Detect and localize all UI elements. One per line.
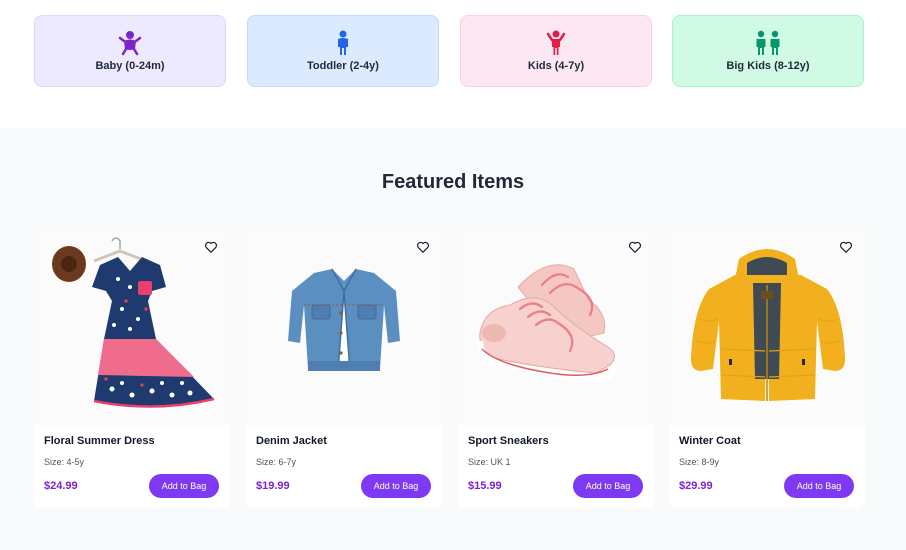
product-price: $29.99 (679, 480, 713, 492)
toddler-icon (338, 30, 348, 55)
featured-section: Featured Items Floral Summer Dress Size:… (0, 128, 906, 550)
product-card[interactable]: Floral Summer Dress Size: 4-5y $24.99 Ad… (34, 229, 230, 508)
product-name: Winter Coat (679, 435, 741, 447)
category-kids[interactable]: Kids (4-7y) (460, 15, 652, 87)
add-to-bag-button[interactable]: Add to Bag (573, 474, 643, 498)
sneakers-image[interactable] (458, 229, 654, 425)
category-big-kids[interactable]: Big Kids (8-12y) (672, 15, 864, 87)
product-size: Size: 8-9y (679, 457, 720, 467)
product-size: Size: UK 1 (468, 457, 511, 467)
product-name: Denim Jacket (256, 435, 327, 447)
children-icon (756, 30, 780, 55)
product-name: Floral Summer Dress (44, 435, 155, 447)
category-baby[interactable]: Baby (0-24m) (34, 15, 226, 87)
category-label: Kids (4-7y) (527, 60, 585, 72)
baby-icon (118, 31, 142, 56)
add-to-bag-button[interactable]: Add to Bag (784, 474, 854, 498)
category-label: Toddler (2-4y) (307, 60, 379, 72)
section-title: Featured Items (381, 171, 525, 193)
heart-icon[interactable] (416, 240, 430, 254)
floral-dress-image[interactable] (34, 229, 230, 425)
product-card[interactable]: Denim Jacket Size: 6-7y $19.99 Add to Ba… (246, 229, 442, 508)
product-card[interactable]: Sport Sneakers Size: UK 1 $15.99 Add to … (458, 229, 654, 508)
product-name: Sport Sneakers (468, 435, 549, 447)
category-label: Big Kids (8-12y) (726, 60, 810, 72)
category-strip: Baby (0-24m) Toddler (2-4y) Kids (4-7y) … (0, 0, 906, 128)
product-price: $24.99 (44, 480, 78, 492)
child-icon (546, 30, 566, 55)
category-toddler[interactable]: Toddler (2-4y) (247, 15, 439, 87)
winter-coat-image[interactable] (669, 229, 865, 425)
product-size: Size: 4-5y (44, 457, 85, 467)
product-card[interactable]: Winter Coat Size: 8-9y $29.99 Add to Bag (669, 229, 865, 508)
product-price: $15.99 (468, 480, 502, 492)
add-to-bag-button[interactable]: Add to Bag (149, 474, 219, 498)
denim-jacket-image[interactable] (246, 229, 442, 425)
heart-icon[interactable] (628, 240, 642, 254)
category-label: Baby (0-24m) (95, 60, 165, 72)
product-price: $19.99 (256, 480, 290, 492)
heart-icon[interactable] (839, 240, 853, 254)
heart-icon[interactable] (204, 240, 218, 254)
add-to-bag-button[interactable]: Add to Bag (361, 474, 431, 498)
product-size: Size: 6-7y (256, 457, 297, 467)
